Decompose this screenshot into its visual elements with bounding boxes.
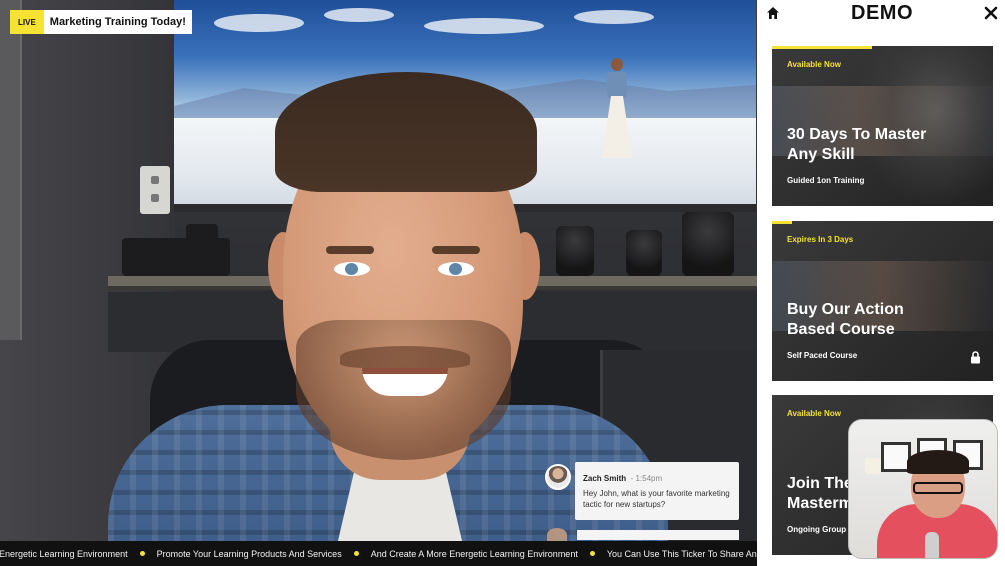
card-subtitle: Self Paced Course	[787, 351, 858, 360]
camera-lens-2	[556, 226, 594, 276]
camera-lens-3	[626, 230, 662, 276]
chat-time: - 1:54pm	[630, 474, 663, 483]
presenter-brow-right	[432, 246, 480, 254]
stage: LIVE Marketing Training Today! Zach Smit…	[0, 0, 1005, 566]
live-badge: LIVE Marketing Training Today!	[10, 10, 192, 34]
wall-outlet	[140, 166, 170, 214]
presenter-mustache	[340, 346, 470, 368]
chat-bubble: Zach Smith - 1:54pm Hey John, what is yo…	[575, 462, 739, 520]
live-tag: LIVE	[10, 10, 44, 34]
lock-icon	[970, 351, 981, 369]
main-video-feed[interactable]: LIVE Marketing Training Today! Zach Smit…	[0, 0, 757, 566]
live-title: Marketing Training Today!	[43, 10, 192, 34]
card-accent-bar	[772, 46, 872, 49]
ticker-dot	[353, 551, 359, 556]
camera-top	[186, 224, 218, 240]
card-title: 30 Days To Master Any Skill	[787, 126, 927, 163]
presenter-hair	[275, 72, 537, 192]
chat-message[interactable]: Zach Smith - 1:54pm Hey John, what is yo…	[545, 462, 739, 520]
picture-in-picture-video[interactable]	[848, 419, 998, 559]
card-badge: Available Now	[787, 409, 841, 418]
chat-author: Zach Smith	[583, 474, 627, 483]
ticker-dot	[589, 551, 595, 556]
ticker-item: And Create A More Energetic Learning Env…	[371, 549, 607, 559]
chat-avatar	[545, 464, 571, 490]
ticker-item: Energetic Learning Environment	[0, 549, 157, 559]
panel-header: DEMO	[757, 0, 1005, 26]
pip-host-glasses	[913, 482, 963, 494]
camera-lens-4	[682, 212, 734, 276]
card-title: Buy Our Action Based Course	[787, 301, 904, 338]
presenter-brow-left	[326, 246, 374, 254]
poster-figure	[602, 58, 632, 166]
chat-header: Zach Smith - 1:54pm	[583, 468, 731, 486]
announcement-ticker: Energetic Learning Environment Promote Y…	[0, 541, 757, 566]
presenter-eye-left	[334, 262, 370, 276]
pip-host-hair	[907, 450, 969, 474]
brand-title: DEMO	[851, 1, 913, 24]
chat-text: Hey John, what is your favorite marketin…	[583, 489, 730, 509]
home-icon[interactable]	[765, 5, 781, 21]
ticker-item: Promote Your Learning Products And Servi…	[157, 549, 371, 559]
pip-microphone	[925, 532, 939, 558]
chat-message-next[interactable]	[577, 530, 739, 540]
close-icon[interactable]	[983, 5, 999, 21]
camera-body	[122, 238, 230, 276]
presenter-eye-right	[438, 262, 474, 276]
chat-avatar-next	[547, 528, 567, 542]
pip-lamp	[865, 458, 881, 474]
offer-card-1[interactable]: Available Now 30 Days To Master Any Skil…	[772, 46, 993, 206]
offer-card-2[interactable]: Expires In 3 Days Buy Our Action Based C…	[772, 221, 993, 381]
card-badge: Expires In 3 Days	[787, 235, 854, 244]
ticker-dot	[139, 551, 145, 556]
card-accent-bar	[772, 221, 792, 224]
card-subtitle: Guided 1on Training	[787, 176, 865, 185]
door-frame	[0, 0, 22, 340]
ticker-item: You Can Use This Ticker To Share Announc…	[606, 548, 757, 559]
card-badge: Available Now	[787, 60, 841, 69]
